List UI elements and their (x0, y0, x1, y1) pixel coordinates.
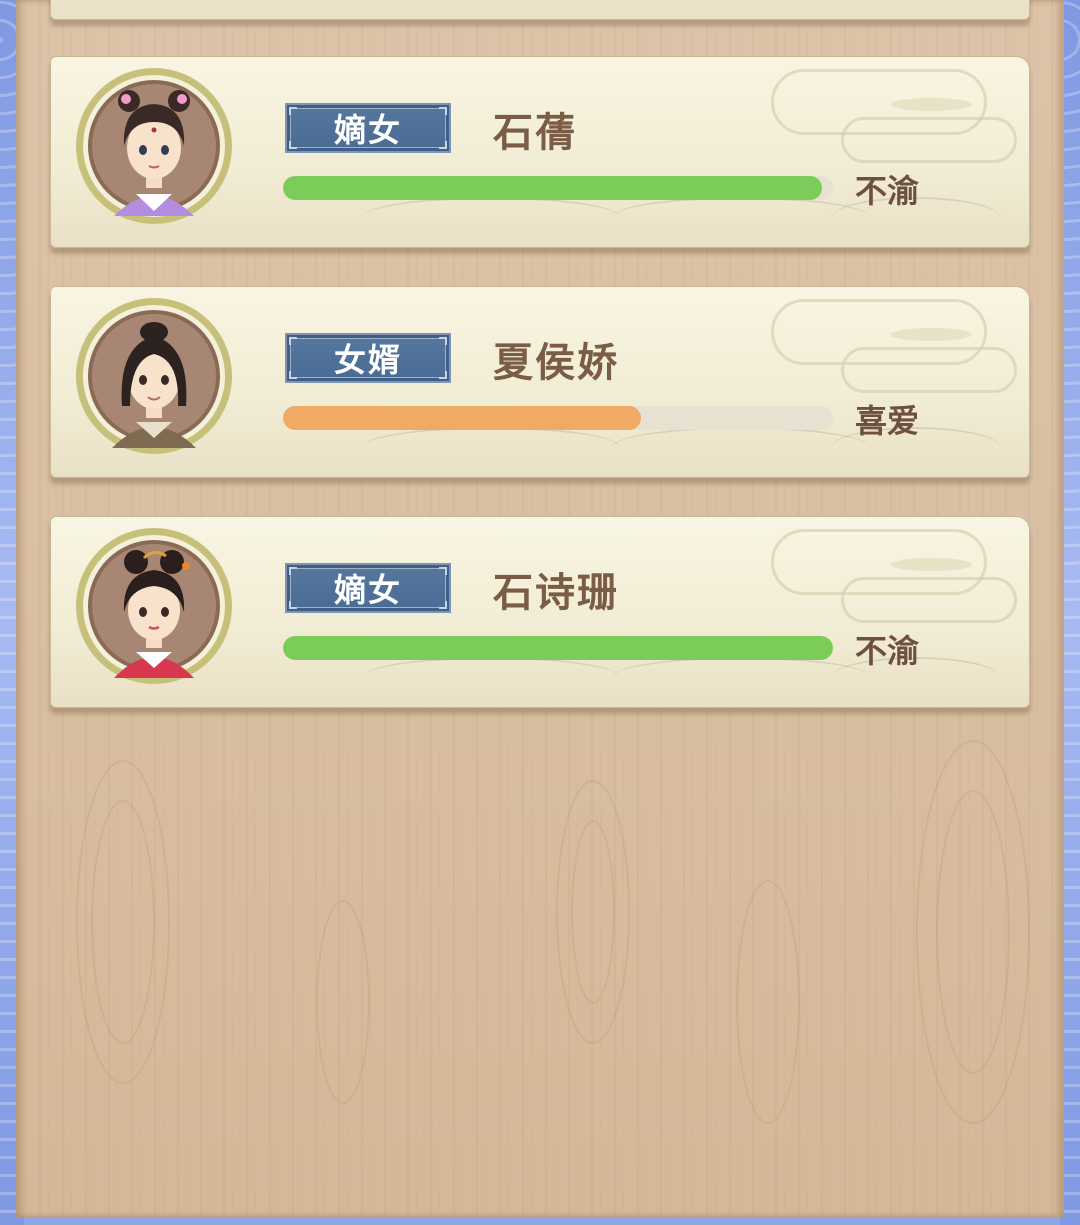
rank-badge: 嫡女 (285, 563, 451, 613)
girl-flower-hair-portrait-icon (76, 68, 232, 224)
badge-corner-ornament (439, 337, 447, 345)
badge-corner-ornament (289, 337, 297, 345)
badge-corner-ornament (439, 567, 447, 575)
badge-corner-ornament (439, 141, 447, 149)
affinity-bar (283, 406, 833, 430)
badge-corner-ornament (289, 601, 297, 609)
mood-label: 不渝 (855, 632, 920, 670)
member-name: 石蒨 (493, 110, 577, 156)
portrait-avatar[interactable] (74, 66, 234, 226)
badge-corner-ornament (439, 371, 447, 379)
badge-corner-ornament (289, 371, 297, 379)
mood-label: 不渝 (855, 172, 920, 210)
member-name: 石诗珊 (493, 570, 619, 616)
badge-corner-ornament (439, 601, 447, 609)
affinity-bar (283, 636, 833, 660)
affinity-bar-fill (283, 176, 822, 200)
affinity-bar-fill (283, 406, 641, 430)
badge-corner-ornament (439, 107, 447, 115)
portrait-avatar[interactable] (74, 296, 234, 456)
family-member-card[interactable]: 女婿 夏侯娇 喜爱 (50, 286, 1030, 478)
member-name: 夏侯娇 (493, 340, 619, 386)
badge-corner-ornament (289, 107, 297, 115)
rank-badge: 嫡女 (285, 103, 451, 153)
young-man-portrait-icon (76, 298, 232, 454)
card-partial-top (50, 0, 1030, 20)
badge-corner-ornament (289, 567, 297, 575)
family-member-card[interactable]: 嫡女 石蒨 不渝 (50, 56, 1030, 248)
affinity-bar-fill (283, 636, 833, 660)
portrait-avatar[interactable] (74, 526, 234, 686)
family-member-card[interactable]: 嫡女 石诗珊 不渝 (50, 516, 1030, 708)
rank-badge: 女婿 (285, 333, 451, 383)
mood-label: 喜爱 (855, 402, 920, 440)
affinity-bar (283, 176, 833, 200)
girl-bun-hairpin-portrait-icon (76, 528, 232, 684)
badge-corner-ornament (289, 141, 297, 149)
